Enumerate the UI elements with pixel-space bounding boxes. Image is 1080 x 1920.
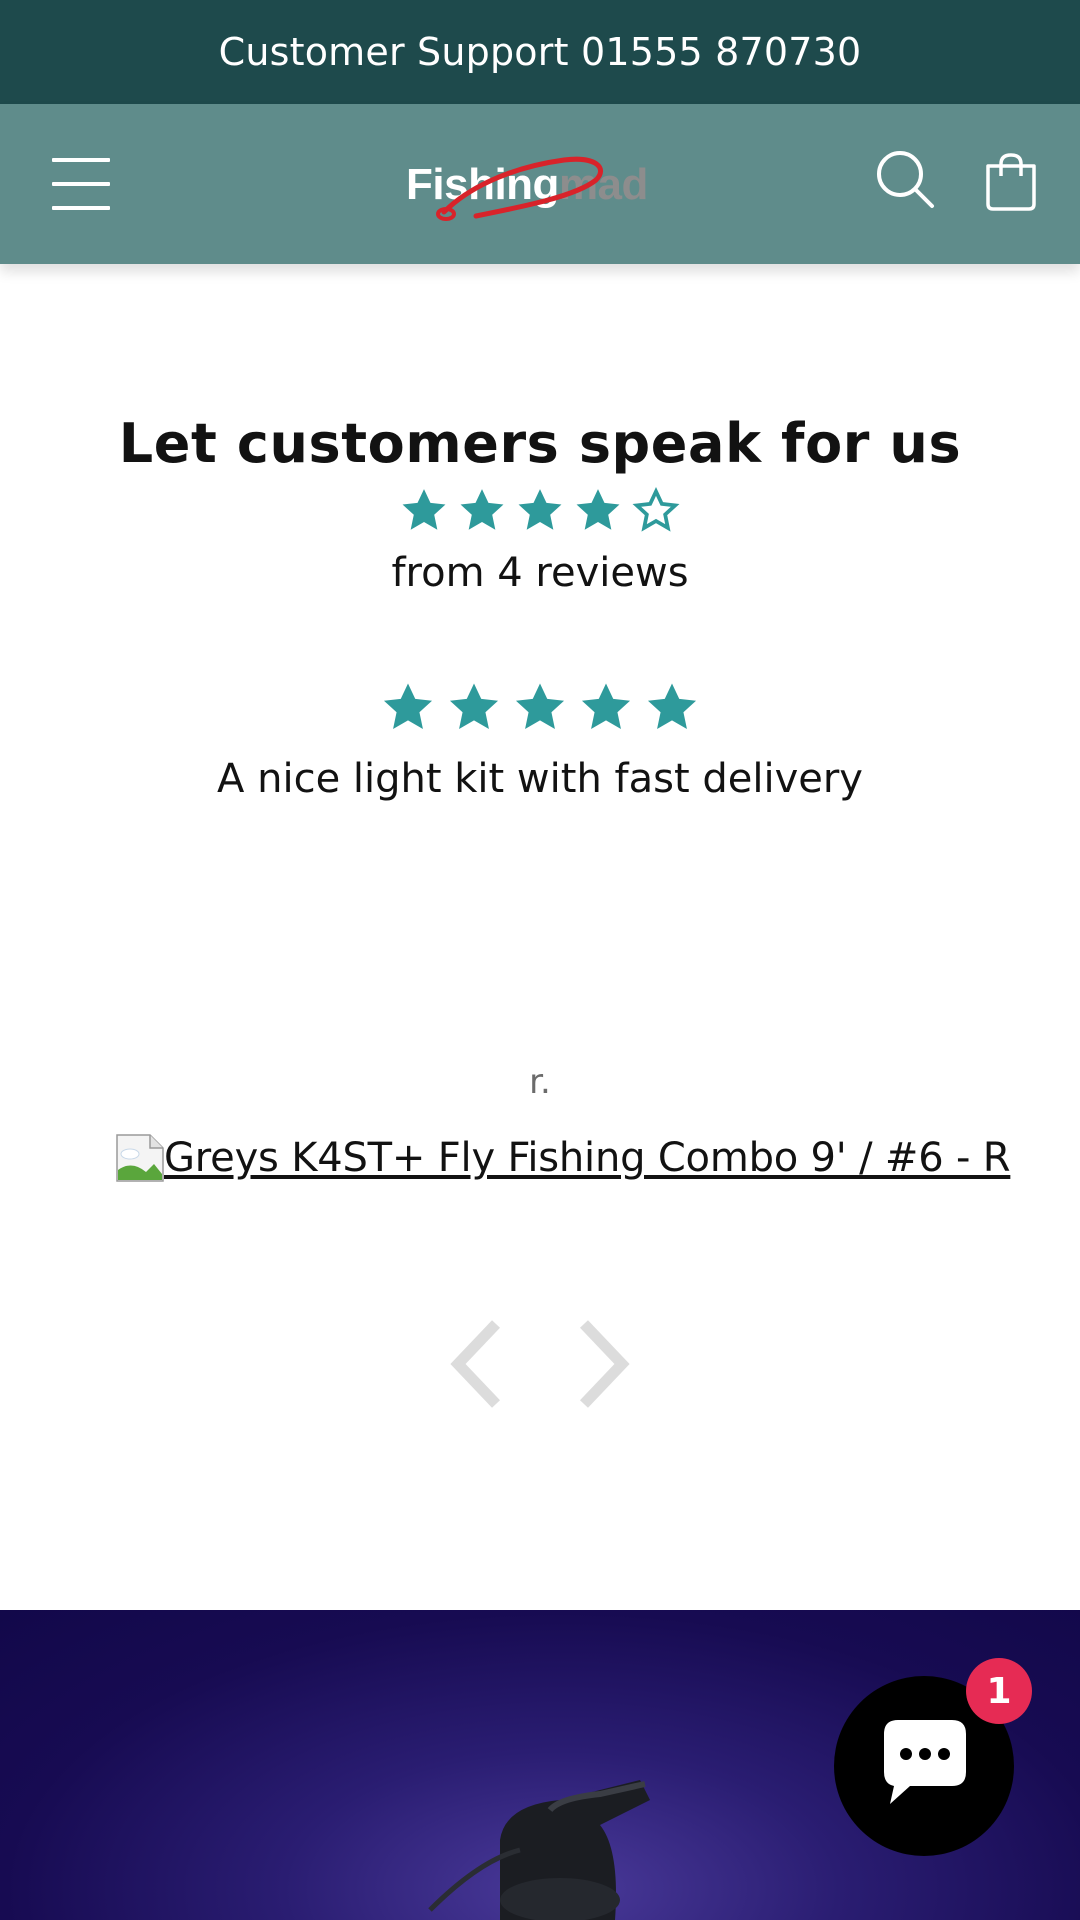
star-outline-icon [632,486,680,532]
search-icon [877,151,934,208]
star-filled-icon [515,683,565,729]
announcement-bar: Customer Support 01555 870730 [0,0,1080,106]
star-filled-icon [581,683,631,729]
chevron-right-icon [580,1320,630,1408]
site-header: Fishingmad [0,104,1080,264]
previous-review-button[interactable] [448,1318,504,1410]
reviews-heading: Let customers speak for us [118,412,962,475]
menu-button[interactable] [52,156,114,212]
site-logo[interactable]: Fishingmad [402,150,678,226]
review-rating-stars [0,680,1080,736]
star-filled-icon [647,683,697,729]
broken-image-icon [116,1134,164,1182]
star-filled-icon [576,489,620,530]
summary-rating-stars [0,486,1080,536]
review-count: from 4 reviews [391,550,689,596]
next-review-button[interactable] [576,1318,632,1410]
chevron-left-icon [450,1320,500,1408]
product-link-text: Greys K4ST+ Fly Fishing Combo 9' / #6 - … [164,1135,1011,1181]
star-filled-icon [383,683,433,729]
customer-support-text: Customer Support 01555 870730 [218,30,862,74]
cart-button[interactable] [984,152,1038,212]
chat-notification-badge: 1 [966,1658,1032,1724]
shopping-bag-icon [986,153,1036,211]
reviewer-name: r. [529,1062,551,1102]
review-body: A nice light kit with fast delivery [217,756,863,802]
star-filled-icon [449,683,499,729]
search-button[interactable] [874,148,938,212]
star-filled-icon [460,489,504,530]
reviewed-product-link[interactable]: Greys K4ST+ Fly Fishing Combo 9' / #6 - … [116,1130,1011,1186]
star-filled-icon [518,489,562,530]
hook-logo-icon [436,156,603,221]
star-filled-icon [402,489,446,530]
